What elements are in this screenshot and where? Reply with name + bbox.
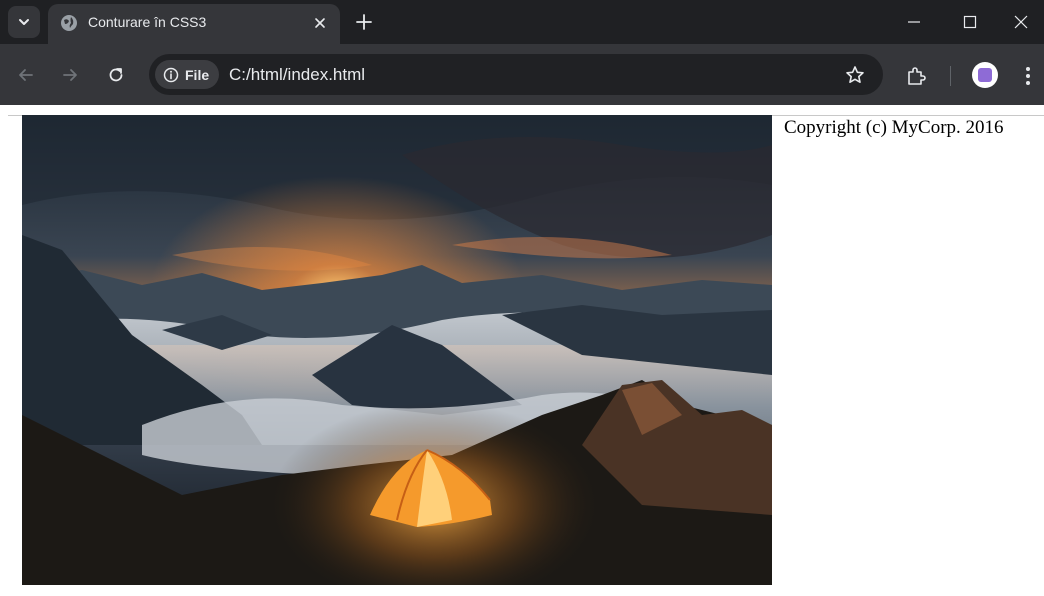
minimize-button[interactable] <box>886 0 942 44</box>
info-icon <box>163 67 179 82</box>
reload-button[interactable] <box>100 59 132 91</box>
site-info-chip[interactable]: File <box>155 60 219 89</box>
url-text[interactable]: C:/html/index.html <box>229 65 365 85</box>
new-tab-button[interactable] <box>352 10 376 34</box>
chevron-down-icon <box>19 19 29 25</box>
bookmark-button[interactable] <box>843 63 867 87</box>
minimize-icon <box>908 21 920 23</box>
page-content: Copyright (c) MyCorp. 2016 <box>0 105 1044 596</box>
close-icon <box>315 18 325 28</box>
extensions-button[interactable] <box>902 62 930 90</box>
back-button[interactable] <box>10 59 42 91</box>
avatar-image <box>978 68 992 82</box>
toolbar-separator <box>950 66 951 86</box>
close-icon <box>1014 15 1028 29</box>
arrow-right-icon <box>63 69 77 81</box>
maximize-icon <box>963 15 977 29</box>
tab-close-button[interactable] <box>312 15 328 31</box>
plus-icon <box>356 14 372 30</box>
more-vertical-icon <box>1026 67 1030 85</box>
star-icon <box>846 66 864 83</box>
tab-strip: Conturare în CSS3 <box>0 0 1044 44</box>
tab-search-button[interactable] <box>8 6 40 38</box>
tab-title: Conturare în CSS3 <box>88 14 207 30</box>
tab-active[interactable]: Conturare în CSS3 <box>48 4 340 44</box>
reload-icon <box>109 68 123 82</box>
puzzle-icon <box>908 67 926 85</box>
globe-icon <box>61 15 77 31</box>
mountain-tent-photo <box>22 115 772 585</box>
toolbar: File C:/html/index.html <box>0 44 1044 105</box>
arrow-left-icon <box>19 69 33 81</box>
copyright-text: Copyright (c) MyCorp. 2016 <box>784 117 1004 138</box>
forward-button[interactable] <box>54 59 86 91</box>
maximize-button[interactable] <box>942 0 998 44</box>
profile-avatar[interactable] <box>972 62 998 88</box>
close-window-button[interactable] <box>998 0 1044 44</box>
browser-menu-button[interactable] <box>1016 62 1040 90</box>
address-bar[interactable]: File C:/html/index.html <box>149 54 883 95</box>
site-chip-label: File <box>185 66 210 83</box>
